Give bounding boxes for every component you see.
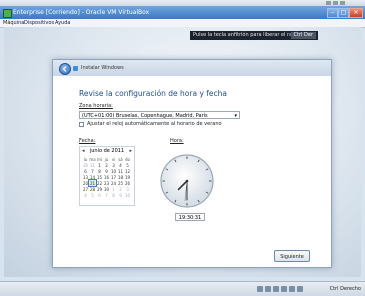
window-title: Enterprise [Corriendo] - Oracle VM Virtu…: [13, 9, 150, 16]
menu-machine[interactable]: Máquina: [3, 20, 24, 26]
calendar-day[interactable]: 23: [103, 180, 110, 186]
calendar-day[interactable]: 16: [103, 174, 110, 180]
dialog-title: Instalar Windows: [81, 65, 124, 71]
usb-icon[interactable]: [273, 286, 279, 292]
vm-statusbar: Ctrl Derecho: [0, 281, 365, 296]
calendar-weekday: mi: [96, 156, 102, 162]
menu-help[interactable]: Ayuda: [55, 20, 70, 26]
calendar-day[interactable]: 30: [103, 186, 110, 192]
status-icons: [257, 286, 305, 294]
calendar-day[interactable]: 30: [82, 162, 89, 168]
setup-dialog: Instalar Windows Revise la configuración…: [52, 59, 332, 268]
calendar-day[interactable]: 26: [124, 180, 131, 186]
calendar-day[interactable]: 28: [89, 186, 96, 192]
mouse-integration-icon[interactable]: [297, 286, 303, 292]
mouse-capture-key[interactable]: Ctrl Der: [290, 32, 316, 39]
clock-center: [185, 179, 189, 183]
network-icon[interactable]: [281, 286, 287, 292]
calendar-day[interactable]: 18: [117, 174, 124, 180]
chevron-down-icon: ▾: [234, 113, 237, 119]
date-label: Fecha:: [79, 138, 96, 144]
calendar-day[interactable]: 17: [110, 174, 117, 180]
calendar-day[interactable]: 20: [82, 180, 89, 186]
next-button[interactable]: Siguiente: [274, 250, 310, 262]
calendar-weekday: do: [125, 156, 130, 162]
dialog-header: Instalar Windows: [53, 60, 331, 76]
calendar-day[interactable]: 6: [96, 192, 103, 198]
back-button[interactable]: [59, 63, 71, 75]
cd-icon[interactable]: [265, 286, 271, 292]
calendar-day[interactable]: 13: [82, 174, 89, 180]
maximize-button[interactable]: □: [338, 8, 349, 18]
timezone-select[interactable]: (UTC+01:00) Bruselas, Copenhague, Madrid…: [79, 111, 240, 119]
calendar: ◂ junio de 2011 ▸ lu ma mi ju vi sá do 30 31 1 2 3 4…: [79, 146, 135, 206]
hdd-icon[interactable]: [257, 286, 263, 292]
calendar-month[interactable]: junio de 2011: [80, 148, 134, 155]
menu-devices[interactable]: Dispositivos: [24, 20, 54, 26]
calendar-day[interactable]: 27: [82, 186, 89, 192]
calendar-day[interactable]: 21: [88, 179, 97, 187]
calendar-day[interactable]: 10: [124, 192, 131, 198]
page-heading: Revise la configuración de hora y fecha: [79, 89, 228, 98]
calendar-grid: lu ma mi ju vi sá do 30 31 1 2 3 4 5 6 7 8 9 10 11 12 13 14 15 1…: [82, 156, 131, 198]
calendar-day[interactable]: 11: [117, 168, 124, 174]
calendar-day[interactable]: 31: [89, 162, 96, 168]
timezone-label: Zona horaria:: [79, 103, 113, 109]
time-label: Hora:: [170, 138, 184, 144]
vm-window-titlebar[interactable]: Enterprise [Corriendo] - Oracle VM Virtu…: [0, 6, 365, 19]
back-arrow-icon: [62, 66, 67, 72]
time-input[interactable]: 19:30:31: [175, 213, 205, 221]
calendar-day[interactable]: 9: [117, 192, 124, 198]
minimize-button[interactable]: –: [327, 8, 338, 18]
tray-icon: [333, 1, 338, 5]
calendar-day[interactable]: 25: [117, 180, 124, 186]
calendar-next-button[interactable]: ▸: [129, 148, 132, 155]
dst-checkbox[interactable]: [79, 122, 84, 127]
mouse-capture-notice: Pulse la tecla anfitrión para liberar el…: [190, 31, 318, 40]
calendar-day[interactable]: 7: [103, 192, 110, 198]
timezone-value: (UTC+01:00) Bruselas, Copenhague, Madrid…: [82, 113, 208, 119]
calendar-day[interactable]: 5: [89, 192, 96, 198]
calendar-day[interactable]: 22: [96, 180, 103, 186]
dst-checkbox-label: Ajustar el reloj automáticamente al hora…: [87, 121, 222, 127]
shared-folder-icon[interactable]: [289, 286, 295, 292]
dialog-content: Revise la configuración de hora y fecha …: [53, 76, 331, 267]
windows-setup-icon: [73, 66, 78, 71]
calendar-day[interactable]: 4: [82, 192, 89, 198]
mouse-capture-text: Pulse la tecla anfitrión para liberar el…: [193, 32, 301, 38]
calendar-day[interactable]: 29: [96, 186, 103, 192]
virtualbox-icon: [3, 9, 12, 18]
tray-icon: [340, 1, 345, 5]
calendar-day[interactable]: 12: [124, 168, 131, 174]
analog-clock: [160, 154, 214, 208]
close-button[interactable]: ✕: [349, 8, 363, 18]
calendar-day[interactable]: 24: [110, 180, 117, 186]
calendar-day[interactable]: 14: [89, 174, 96, 180]
host-key-label: Ctrl Derecho: [329, 286, 361, 292]
calendar-weekday: sá: [118, 156, 123, 162]
calendar-day[interactable]: 8: [110, 192, 117, 198]
calendar-day[interactable]: 19: [124, 174, 131, 180]
tray-icon: [326, 1, 331, 5]
calendar-day[interactable]: 15: [96, 174, 103, 180]
calendar-weekday: ma: [89, 156, 96, 162]
calendar-day[interactable]: 10: [110, 168, 117, 174]
